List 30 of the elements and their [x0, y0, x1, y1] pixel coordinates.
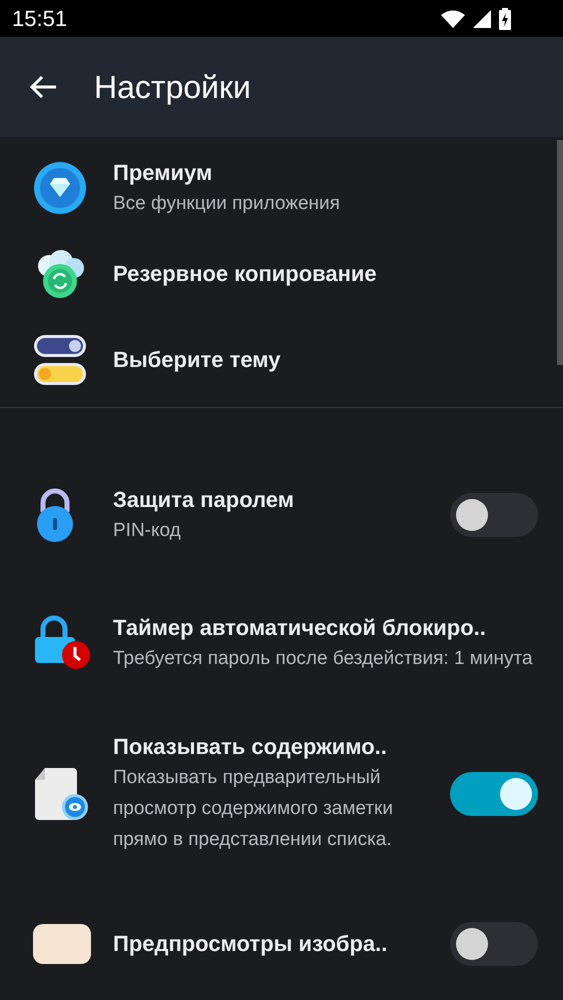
toggle-switch[interactable]: [450, 493, 538, 537]
diamond-badge-icon: [33, 161, 87, 215]
theme-toggles-icon: [33, 333, 87, 387]
item-title: Резервное копирование: [113, 260, 378, 288]
settings-item[interactable]: Премиум Все функции приложения: [0, 145, 555, 231]
item-subtitle: Показывать предварительный просмотр содержимого заметки прямо в представлении списка.: [113, 766, 394, 852]
settings-item[interactable]: Защита паролем PIN-код: [0, 470, 563, 560]
item-title: Защита паролем: [113, 486, 295, 514]
settings-item[interactable]: Резервное копирование: [0, 231, 555, 317]
toggle-switch[interactable]: [450, 922, 538, 966]
back-arrow-icon: [30, 75, 58, 99]
settings-item[interactable]: Предпросмотры изобра..: [0, 899, 563, 989]
item-title: Таймер автоматической блокиро..: [113, 614, 487, 642]
battery-charging-icon: [499, 8, 511, 30]
wifi-icon: [441, 10, 465, 28]
signal-icon: [473, 10, 491, 28]
item-title: Премиум: [113, 158, 214, 187]
toggle-switch[interactable]: [450, 772, 538, 816]
item-subtitle: Все функции приложения: [113, 192, 341, 216]
item-title: Выберите тему: [113, 346, 282, 374]
settings-item[interactable]: Показывать содержимо.. Показывать предварительный просмотр содержимого заметки прямо в представлении списка.: [0, 726, 563, 861]
settings-item[interactable]: Выберите тему: [0, 317, 555, 403]
item-title: Показывать содержимо..: [113, 733, 388, 761]
item-subtitle: Требуется пароль после бездействия: 1 минута: [113, 646, 534, 670]
screen-title: Настройки: [94, 68, 251, 107]
item-title: Предпросмотры изобра..: [113, 930, 388, 958]
settings-item[interactable]: Таймер автоматической блокиро.. Требуется пароль после бездействия: 1 минута: [0, 598, 563, 688]
item-subtitle: PIN-код: [113, 518, 182, 542]
image-icon: [33, 924, 91, 964]
status-time: 15:51: [12, 5, 68, 33]
